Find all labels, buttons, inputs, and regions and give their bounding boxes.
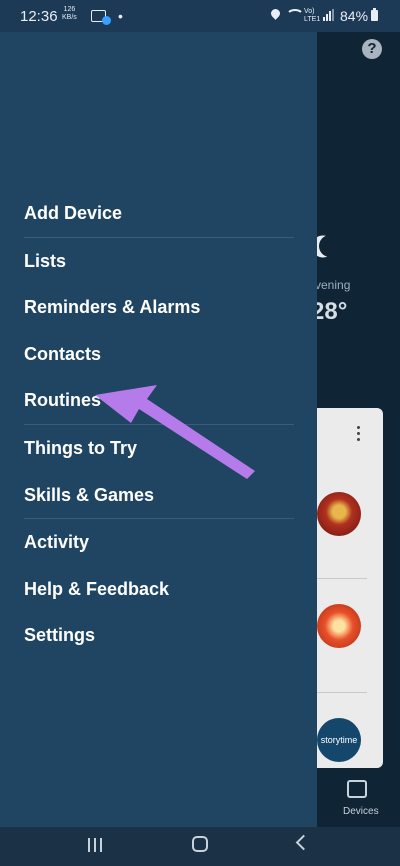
menu-item-add-device[interactable]: Add Device — [0, 190, 317, 237]
notification-dot: • — [118, 8, 123, 24]
moon-icon — [317, 231, 345, 261]
skill-thumbnail[interactable] — [317, 492, 361, 536]
menu-item-lists[interactable]: Lists — [0, 238, 317, 285]
battery-percent: 84% — [340, 8, 369, 24]
system-navigation-bar — [0, 827, 400, 866]
greeting-text: vening — [317, 278, 351, 292]
volte-indicator: Vo) LTE1 — [304, 8, 320, 24]
clock: 12:36 — [20, 8, 58, 25]
status-bar: 12:36 126 KB/s • Vo) LTE1 84% — [0, 0, 400, 32]
card-divider — [317, 578, 367, 579]
menu-item-activity[interactable]: Activity — [0, 519, 317, 566]
network-speed-value: 126 — [63, 6, 76, 13]
location-icon — [269, 7, 282, 20]
skill-thumbnail[interactable] — [317, 604, 361, 648]
gallery-notification-icon — [91, 10, 111, 25]
signal-icon — [323, 9, 334, 21]
menu-item-contacts[interactable]: Contacts — [0, 331, 317, 378]
recents-icon[interactable] — [88, 838, 106, 852]
network-speed: 126 KB/s — [62, 6, 77, 22]
lte-label: LTE1 — [304, 16, 321, 23]
menu-item-help-feedback[interactable]: Help & Feedback — [0, 566, 317, 613]
card-divider — [317, 692, 367, 693]
menu-item-settings[interactable]: Settings — [0, 612, 317, 659]
devices-icon[interactable] — [347, 780, 367, 798]
more-vert-icon[interactable] — [357, 426, 361, 444]
annotation-arrow-icon — [95, 385, 255, 479]
network-speed-unit: KB/s — [62, 14, 77, 21]
wifi-icon — [286, 9, 304, 23]
temperature: 28° — [317, 298, 348, 325]
help-icon[interactable]: ? — [362, 39, 382, 59]
background-home-screen: ? vening 28° storytime Devices — [317, 32, 400, 827]
back-icon[interactable] — [295, 834, 312, 851]
battery-icon — [371, 8, 378, 21]
skill-thumbnail[interactable]: storytime — [317, 718, 361, 762]
volte-label: Vo) — [304, 8, 315, 15]
devices-tab-label[interactable]: Devices — [343, 806, 379, 817]
skills-card: storytime — [317, 408, 383, 768]
home-icon[interactable] — [192, 836, 208, 852]
menu-item-reminders-alarms[interactable]: Reminders & Alarms — [0, 284, 317, 331]
